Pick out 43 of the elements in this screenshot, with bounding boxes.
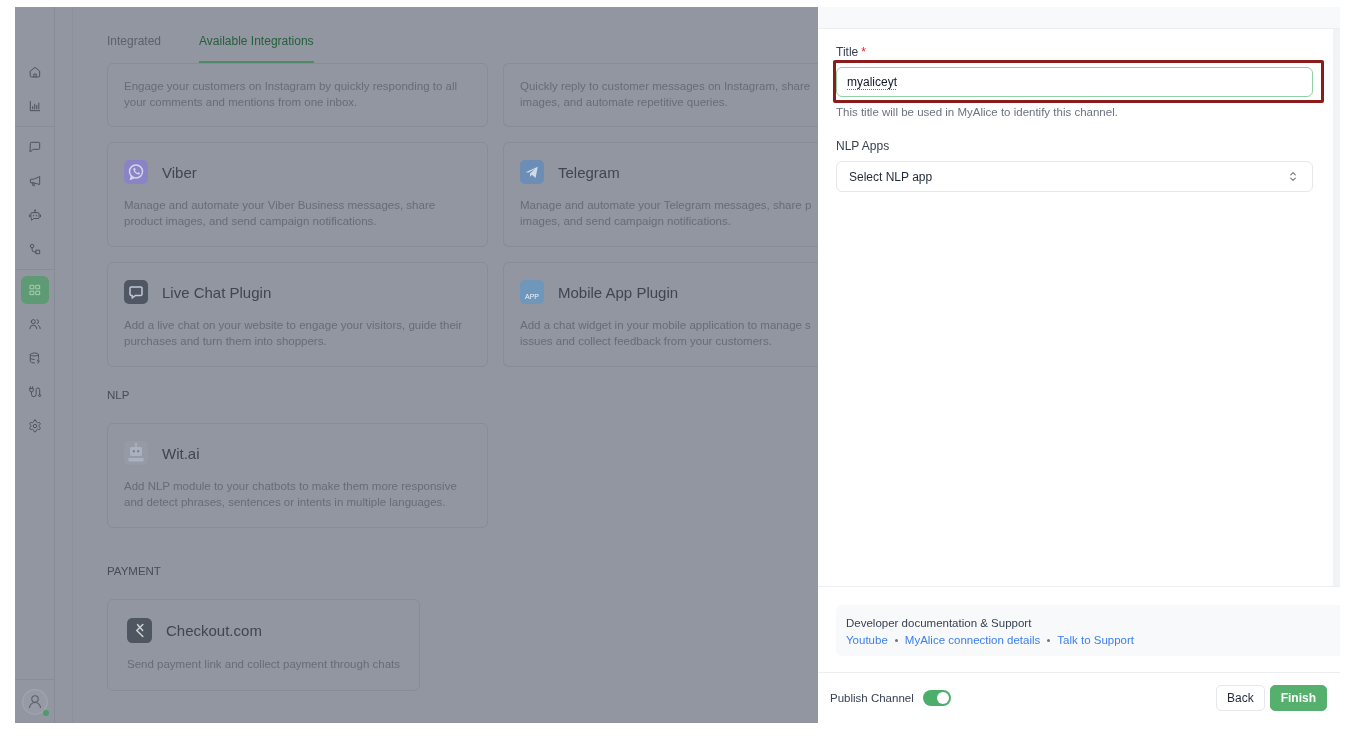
nav-item[interactable] — [20, 276, 49, 304]
support-title: Developer documentation & Support — [846, 616, 1033, 631]
publish-toggle[interactable] — [922, 690, 951, 706]
settings-icon — [27, 419, 42, 433]
dot-icon — [1047, 638, 1051, 642]
bar-chart-icon — [27, 99, 42, 113]
database-icon — [27, 351, 42, 365]
plug-icon — [27, 385, 42, 399]
megaphone-icon — [27, 174, 42, 188]
chat-bubble-icon — [124, 280, 148, 304]
field-hint: This title will be used in MyAlice to identify this channel. — [836, 105, 1119, 119]
card-title: Viber — [162, 163, 197, 181]
section-heading: PAYMENT — [107, 564, 161, 578]
required-mark: * — [861, 45, 866, 59]
card-title: Live Chat Plugin — [162, 283, 272, 301]
support-link[interactable]: Youtube — [846, 632, 888, 648]
field-label: Title — [836, 45, 859, 59]
card-title: Wit.ai — [162, 444, 200, 462]
field-label: NLP Apps — [836, 139, 890, 153]
grid-icon — [27, 283, 42, 297]
section-heading: NLP — [107, 388, 130, 402]
dot-icon — [894, 638, 898, 642]
users-icon — [27, 317, 42, 331]
phone-icon — [124, 160, 148, 184]
avatar-icon[interactable] — [21, 688, 48, 715]
bracket-logo-icon — [127, 618, 152, 643]
paper-plane-icon — [520, 160, 544, 184]
back-button[interactable]: Back — [1215, 685, 1265, 711]
select-field[interactable]: Select NLP app — [836, 161, 1313, 192]
chat-bubble-icon — [27, 140, 42, 154]
finish-button[interactable]: Finish — [1269, 685, 1327, 711]
support-link[interactable]: Talk to Support — [1057, 632, 1135, 648]
card-title: Checkout.com — [166, 622, 262, 639]
home-icon — [27, 65, 42, 79]
card-title: Mobile App Plugin — [558, 283, 679, 301]
nodes-icon — [27, 242, 42, 256]
robot-icon — [27, 208, 42, 222]
text-field[interactable]: myaliceyt — [836, 67, 1313, 97]
chevron-up-down-icon — [1289, 171, 1297, 182]
tab[interactable]: Available Integrations — [199, 30, 314, 63]
toggle-label: Publish Channel — [830, 692, 914, 704]
support-link[interactable]: MyAlice connection details — [904, 632, 1041, 648]
card-title: Telegram — [558, 163, 620, 181]
